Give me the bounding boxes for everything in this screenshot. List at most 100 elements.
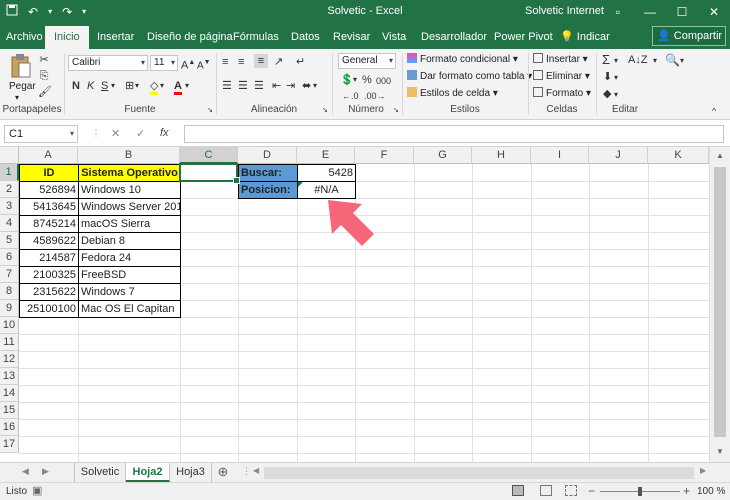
row-header[interactable]: 1 [0, 164, 19, 181]
scroll-down-icon[interactable]: ▼ [710, 447, 730, 456]
enter-icon[interactable]: ✓ [136, 127, 145, 140]
worksheet-grid[interactable]: A B C D E F G H I J K 1 2 3 4 5 6 7 8 9 … [0, 147, 730, 462]
cell-id[interactable]: 5413645 [19, 198, 79, 216]
cell-os[interactable]: Mac OS El Capitan [78, 300, 181, 318]
close-icon[interactable]: ✕ [698, 0, 730, 25]
hscroll-left-icon[interactable]: ◀ [253, 466, 259, 475]
insert-function-icon[interactable]: fx [160, 127, 169, 139]
row-header[interactable]: 17 [0, 436, 19, 453]
zoom-slider-thumb[interactable] [638, 487, 642, 496]
borders-icon[interactable]: ⊞ [125, 79, 134, 93]
column-header-d[interactable]: D [238, 147, 297, 164]
row-header[interactable]: 10 [0, 317, 19, 334]
column-header-j[interactable]: J [589, 147, 648, 164]
font-color-dropdown-icon[interactable]: ▾ [185, 79, 189, 93]
cell-id[interactable]: 214587 [19, 249, 79, 267]
sheet-next-icon[interactable]: ▶ [42, 466, 49, 477]
tab-desarrollador[interactable]: Desarrollador [421, 25, 487, 49]
fill-icon[interactable]: ⬇ [603, 70, 612, 84]
row-header[interactable]: 14 [0, 385, 19, 402]
cell-id[interactable]: 8745214 [19, 215, 79, 233]
cell-os[interactable]: FreeBSD [78, 266, 181, 284]
tab-formulas[interactable]: Fórmulas [233, 25, 279, 49]
cell-os[interactable]: Fedora 24 [78, 249, 181, 267]
row-header[interactable]: 9 [0, 300, 19, 317]
column-header-i[interactable]: I [531, 147, 589, 164]
align-left-icon[interactable]: ☰ [222, 79, 232, 93]
autosum-icon[interactable]: Σ [602, 53, 610, 67]
cell-styles-button[interactable]: Estilos de celda ▾ [407, 87, 498, 99]
row-header[interactable]: 13 [0, 368, 19, 385]
number-format-combo[interactable]: General ▾ [338, 53, 396, 69]
cell-os[interactable]: macOS Sierra [78, 215, 181, 233]
increase-decimal-icon[interactable]: ←.0 [342, 89, 359, 103]
page-layout-view-icon[interactable] [540, 485, 552, 496]
sort-filter-dropdown-icon[interactable]: ▾ [653, 54, 657, 68]
cell-d1-buscar-label[interactable]: Buscar: [238, 164, 298, 182]
copy-icon[interactable]: ⎘ [38, 69, 50, 83]
row-header[interactable]: 2 [0, 181, 19, 198]
tab-insertar[interactable]: Insertar [97, 25, 134, 49]
wrap-text-icon[interactable]: ↵ [296, 55, 305, 69]
user-name[interactable]: Solvetic Internet [525, 5, 604, 17]
cell-b1-header-os[interactable]: Sistema Operativo [78, 164, 181, 182]
format-cells-button[interactable]: Formato ▾ [533, 87, 591, 99]
cell-a1-header-id[interactable]: ID [19, 164, 79, 182]
column-header-k[interactable]: K [648, 147, 709, 164]
row-header[interactable]: 11 [0, 334, 19, 351]
page-break-view-icon[interactable] [565, 485, 577, 496]
ribbon-display-options-icon[interactable]: ▫ [602, 0, 634, 25]
tab-inicio[interactable]: Inicio [45, 26, 89, 49]
formula-bar-handle-icon[interactable]: ⋮ [92, 129, 100, 138]
font-color-icon[interactable]: A [174, 79, 182, 95]
currency-format-icon[interactable]: 💲 [340, 73, 354, 87]
tab-diseno-pagina[interactable]: Diseño de página [147, 25, 233, 49]
increase-font-icon[interactable]: A▲ [181, 56, 195, 73]
column-header-f[interactable]: F [355, 147, 414, 164]
cell-os[interactable]: Debian 8 [78, 232, 181, 250]
sheet-tab-hoja2[interactable]: Hoja2 [126, 463, 170, 482]
borders-dropdown-icon[interactable]: ▾ [135, 79, 139, 93]
column-header-a[interactable]: A [19, 147, 78, 164]
font-size-combo[interactable]: 11 ▾ [150, 55, 178, 71]
cell-id[interactable]: 2315622 [19, 283, 79, 301]
align-bottom-icon[interactable]: ≡ [254, 54, 268, 68]
number-dialog-launcher-icon[interactable]: ↘ [393, 104, 399, 118]
decrease-indent-icon[interactable]: ⇤ [272, 79, 281, 93]
tell-me-box[interactable]: 💡 Indicar [560, 25, 610, 49]
fill-color-dropdown-icon[interactable]: ▾ [160, 79, 164, 93]
merge-center-icon[interactable]: ⬌ [302, 79, 311, 93]
minimize-icon[interactable]: — [634, 0, 666, 25]
align-right-icon[interactable]: ☰ [254, 79, 264, 93]
cell-id[interactable]: 526894 [19, 181, 79, 199]
paste-dropdown-icon[interactable]: ▾ [15, 93, 19, 102]
zoom-in-icon[interactable]: + [683, 484, 690, 498]
conditional-format-button[interactable]: Formato condicional ▾ [407, 53, 518, 65]
align-middle-icon[interactable]: ≡ [238, 55, 244, 69]
row-header[interactable]: 4 [0, 215, 19, 232]
row-header[interactable]: 16 [0, 419, 19, 436]
cell-d2-posicion-label[interactable]: Posicion: [238, 181, 298, 199]
scroll-up-icon[interactable]: ▲ [710, 151, 730, 160]
select-all-corner[interactable] [0, 147, 19, 164]
currency-dropdown-icon[interactable]: ▾ [353, 73, 357, 87]
cell-id[interactable]: 2100325 [19, 266, 79, 284]
merge-dropdown-icon[interactable]: ▾ [313, 79, 317, 93]
formula-input[interactable] [184, 125, 724, 143]
tab-archivo[interactable]: Archivo [6, 25, 43, 49]
row-header[interactable]: 15 [0, 402, 19, 419]
scrollbar-thumb[interactable] [714, 167, 726, 437]
increase-indent-icon[interactable]: ⇥ [286, 79, 295, 93]
cell-os[interactable]: Windows 10 [78, 181, 181, 199]
cell-id[interactable]: 25100100 [19, 300, 79, 318]
cell-e1-buscar-value[interactable]: 5428 [297, 164, 356, 182]
share-button[interactable]: 👤 Compartir [652, 26, 726, 46]
clear-icon[interactable]: ◆ [603, 87, 611, 101]
horizontal-scrollbar-thumb[interactable] [264, 467, 694, 479]
cell-id[interactable]: 4589622 [19, 232, 79, 250]
active-cell-c1[interactable] [179, 163, 240, 184]
decrease-font-icon[interactable]: A▼ [197, 56, 211, 73]
vertical-scrollbar[interactable]: ▲ ▼ [709, 147, 730, 462]
fill-dropdown-icon[interactable]: ▾ [614, 71, 618, 85]
row-header[interactable]: 8 [0, 283, 19, 300]
